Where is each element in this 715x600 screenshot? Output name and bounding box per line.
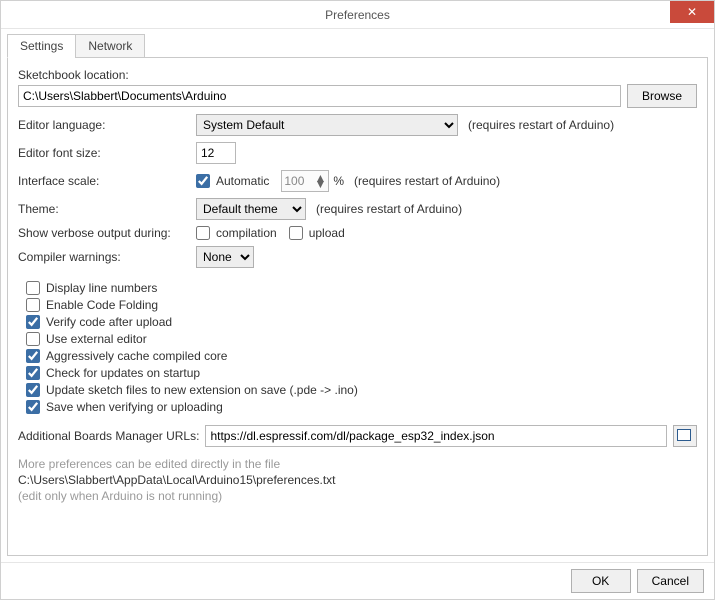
external-checkbox[interactable] bbox=[26, 332, 40, 346]
language-label: Editor language: bbox=[18, 118, 196, 132]
window-icon bbox=[679, 431, 691, 441]
theme-select[interactable]: Default theme bbox=[196, 198, 306, 220]
edit-note-text: (edit only when Arduino is not running) bbox=[18, 489, 697, 503]
upload-label[interactable]: upload bbox=[309, 226, 345, 240]
fontsize-input[interactable] bbox=[196, 142, 236, 164]
fontsize-label: Editor font size: bbox=[18, 146, 196, 160]
compilation-label[interactable]: compilation bbox=[216, 226, 277, 240]
more-prefs-text: More preferences can be edited directly … bbox=[18, 457, 697, 471]
linenumbers-label[interactable]: Display line numbers bbox=[46, 281, 157, 295]
saveverify-label[interactable]: Save when verifying or uploading bbox=[46, 400, 223, 414]
codefolding-checkbox[interactable] bbox=[26, 298, 40, 312]
close-icon: ✕ bbox=[687, 5, 697, 19]
sketchbook-label: Sketchbook location: bbox=[18, 68, 129, 82]
automatic-label[interactable]: Automatic bbox=[216, 174, 269, 188]
sketchext-label[interactable]: Update sketch files to new extension on … bbox=[46, 383, 358, 397]
warnings-select[interactable]: None bbox=[196, 246, 254, 268]
ok-button[interactable]: OK bbox=[571, 569, 631, 593]
preferences-window: Preferences ✕ Settings Network Sketchboo… bbox=[0, 0, 715, 600]
verify-checkbox[interactable] bbox=[26, 315, 40, 329]
cancel-button[interactable]: Cancel bbox=[637, 569, 704, 593]
dialog-buttons: OK Cancel bbox=[1, 562, 714, 599]
prefs-path-text: C:\Users\Slabbert\AppData\Local\Arduino1… bbox=[18, 473, 697, 487]
titlebar: Preferences ✕ bbox=[1, 1, 714, 29]
tab-settings[interactable]: Settings bbox=[7, 34, 76, 58]
spinner-arrows-icon: ▲▼ bbox=[314, 175, 326, 187]
language-select[interactable]: System Default bbox=[196, 114, 458, 136]
tabs: Settings Network bbox=[7, 33, 708, 57]
upload-checkbox[interactable] bbox=[289, 226, 303, 240]
scale-label: Interface scale: bbox=[18, 174, 196, 188]
percent-label: % bbox=[333, 174, 344, 188]
external-label[interactable]: Use external editor bbox=[46, 332, 147, 346]
compilation-checkbox[interactable] bbox=[196, 226, 210, 240]
boards-url-input[interactable] bbox=[205, 425, 667, 447]
sketchbook-location-input[interactable] bbox=[18, 85, 621, 107]
language-hint: (requires restart of Arduino) bbox=[468, 118, 614, 132]
theme-hint: (requires restart of Arduino) bbox=[316, 202, 462, 216]
sketchext-checkbox[interactable] bbox=[26, 383, 40, 397]
cache-label[interactable]: Aggressively cache compiled core bbox=[46, 349, 227, 363]
theme-label: Theme: bbox=[18, 202, 196, 216]
scale-spinner[interactable]: 100 ▲▼ bbox=[281, 170, 329, 192]
verbose-label: Show verbose output during: bbox=[18, 226, 196, 240]
codefolding-label[interactable]: Enable Code Folding bbox=[46, 298, 158, 312]
checkbox-stack: Display line numbers Enable Code Folding… bbox=[18, 278, 697, 417]
verify-label[interactable]: Verify code after upload bbox=[46, 315, 172, 329]
warnings-label: Compiler warnings: bbox=[18, 250, 196, 264]
browse-button[interactable]: Browse bbox=[627, 84, 697, 108]
close-button[interactable]: ✕ bbox=[670, 1, 714, 23]
saveverify-checkbox[interactable] bbox=[26, 400, 40, 414]
boards-label: Additional Boards Manager URLs: bbox=[18, 429, 199, 443]
window-title: Preferences bbox=[325, 8, 390, 22]
automatic-checkbox[interactable] bbox=[196, 174, 210, 188]
linenumbers-checkbox[interactable] bbox=[26, 281, 40, 295]
scale-hint: (requires restart of Arduino) bbox=[354, 174, 500, 188]
boards-expand-button[interactable] bbox=[673, 425, 697, 447]
updates-label[interactable]: Check for updates on startup bbox=[46, 366, 200, 380]
settings-panel: Sketchbook location: Browse Editor langu… bbox=[7, 57, 708, 556]
tab-network[interactable]: Network bbox=[75, 34, 145, 58]
cache-checkbox[interactable] bbox=[26, 349, 40, 363]
updates-checkbox[interactable] bbox=[26, 366, 40, 380]
